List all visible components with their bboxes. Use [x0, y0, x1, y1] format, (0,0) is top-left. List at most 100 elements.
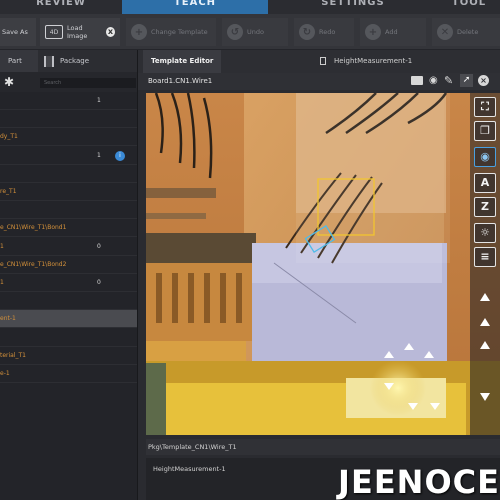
tree-row-label: e_CN1\Wire_T1\Bond1 [0, 224, 67, 232]
pan-up-icon[interactable] [480, 318, 490, 326]
tree-row[interactable] [0, 292, 137, 311]
change-template-label: Change Template [151, 28, 208, 36]
tree-row[interactable]: 1i [0, 147, 137, 165]
toolbar: Save As 4D Load Image x + Change Templat… [0, 14, 500, 50]
inspection-image [146, 93, 500, 435]
change-template-button[interactable]: + Change Template [126, 18, 216, 46]
template-path: Pkg\Template_CN1\Wire_T1 [146, 439, 500, 455]
change-template-icon: + [131, 24, 147, 40]
editor-tabs: Template Editor HeightMeasurement-1 [138, 50, 500, 73]
tree-row[interactable]: ent-1 [0, 310, 137, 329]
close-icon[interactable]: x [105, 27, 115, 37]
close-view-icon[interactable]: × [478, 75, 489, 86]
image-icon: 4D [45, 25, 63, 39]
tab-package-label: Package [60, 57, 90, 65]
tab-package[interactable]: Package [44, 50, 114, 72]
tree-row[interactable]: terial_T1 [0, 347, 137, 365]
add-label: Add [385, 28, 398, 36]
tree-row[interactable]: e-1 [0, 365, 137, 383]
redo-button[interactable]: ↻ Redo [294, 18, 354, 46]
brightness-tool[interactable]: ☼ [474, 223, 496, 243]
fit-view-tool[interactable]: ⛶ [474, 97, 496, 117]
search-input[interactable]: Search [40, 78, 136, 88]
viewport-toolbar: ⛶ ❐ ◉ A Z ☼ ≡ [470, 93, 500, 435]
annotation-tool[interactable]: A [474, 173, 496, 193]
tree-row[interactable]: re_T1 [0, 183, 137, 201]
redo-icon: ↻ [299, 24, 315, 40]
tree-row[interactable] [0, 201, 137, 220]
tab-part[interactable]: Part [0, 50, 38, 72]
resize-handle-icon[interactable] [430, 403, 440, 410]
mode-tab-settings[interactable]: SETTINGS [268, 0, 438, 14]
tree-row-label: ent-1 [0, 315, 16, 323]
undo-button[interactable]: ↺ Undo [222, 18, 288, 46]
eye-icon[interactable]: ◉ [429, 75, 438, 86]
left-panel-tabs: Part Package [0, 50, 137, 72]
pencil-icon[interactable]: ✎ [444, 74, 453, 87]
watermark: JEENOCE [338, 463, 500, 500]
tree-row-label: 1 [0, 242, 4, 250]
save-as-label: Save As [2, 28, 28, 36]
tree-row-label: re_T1 [0, 188, 17, 195]
tree-row[interactable]: dy_T1 [0, 128, 137, 147]
camera-icon[interactable] [411, 76, 423, 85]
tree-row[interactable]: 10 [0, 238, 137, 256]
tree-row-value: 1 [97, 151, 101, 159]
pointer-icon[interactable]: ➚ [460, 74, 473, 87]
tree-row[interactable] [0, 329, 137, 347]
undo-icon: ↺ [227, 24, 243, 40]
tab-part-label: Part [8, 57, 22, 65]
tree-row[interactable]: e_CN1\Wire_T1\Bond1 [0, 219, 137, 238]
layers-tool[interactable]: ❐ [474, 121, 496, 141]
tree-row-label: e-1 [0, 370, 10, 377]
delete-button[interactable]: ✕ Delete [432, 18, 500, 46]
tree-row-label: 1 [0, 279, 4, 286]
tree-row[interactable] [0, 110, 137, 129]
tree-row[interactable]: e_CN1\Wire_T1\Bond2 [0, 256, 137, 274]
tree-row[interactable]: 10 [0, 274, 137, 292]
height-tool[interactable]: Z [474, 197, 496, 217]
tree-row[interactable]: 1 [0, 92, 137, 110]
mode-tab-teach[interactable]: TEACH [122, 0, 268, 14]
measurement-list-item[interactable]: HeightMeasurement-1 [153, 465, 226, 473]
settings-icon[interactable]: ✱ [4, 75, 14, 89]
left-panel: Part Package ✱ Search 1 dy_T1 1 i re_T1 e_CN1… [0, 50, 138, 500]
mode-tab-tool[interactable]: TOOL [438, 0, 500, 14]
tree-row-value: 0 [97, 279, 101, 286]
image-mode-tool[interactable]: ◉ [474, 147, 496, 167]
view-header: Board1.CN1.Wire1 ◉ ✎ ➚ × [138, 73, 500, 90]
info-icon[interactable]: i [115, 150, 125, 161]
resize-handle-icon[interactable] [404, 343, 414, 350]
package-icon [44, 55, 54, 67]
resize-handle-icon[interactable] [384, 383, 394, 390]
add-icon: + [365, 24, 381, 40]
delete-label: Delete [457, 28, 479, 36]
tab-template-editor[interactable]: Template Editor [143, 50, 222, 73]
tree-row-label: dy_T1 [0, 133, 18, 141]
tree-row-value: 1 [97, 97, 101, 104]
view-title: Board1.CN1.Wire1 [148, 77, 213, 85]
save-as-button[interactable]: Save As [0, 18, 36, 46]
add-button[interactable]: + Add [360, 18, 426, 46]
left-panel-tools: ✱ Search [0, 72, 137, 92]
mode-tab-review[interactable]: REVIEW [0, 0, 122, 14]
measurement-icon [320, 57, 326, 65]
pan-down-icon[interactable] [480, 393, 490, 401]
resize-handle-icon[interactable] [384, 351, 394, 358]
tab-height-measurement[interactable]: HeightMeasurement-1 [320, 50, 412, 73]
editor-panel: Template Editor HeightMeasurement-1 Boar… [138, 50, 500, 500]
load-image-label: Load Image [67, 24, 88, 40]
image-viewport[interactable]: ⛶ ❐ ◉ A Z ☼ ≡ [146, 93, 500, 435]
resize-handle-icon[interactable] [408, 403, 418, 410]
resize-handle-icon[interactable] [424, 351, 434, 358]
menu-tool[interactable]: ≡ [474, 247, 496, 267]
pan-up-icon[interactable] [480, 293, 490, 301]
delete-icon: ✕ [437, 24, 453, 40]
tree-row[interactable] [0, 165, 137, 183]
tree-row-label: terial_T1 [0, 351, 27, 359]
undo-label: Undo [247, 28, 264, 36]
pan-up-icon[interactable] [480, 341, 490, 349]
redo-label: Redo [319, 28, 336, 36]
tab-height-measurement-label: HeightMeasurement-1 [334, 57, 413, 65]
load-image-button[interactable]: 4D Load Image x [40, 18, 120, 46]
